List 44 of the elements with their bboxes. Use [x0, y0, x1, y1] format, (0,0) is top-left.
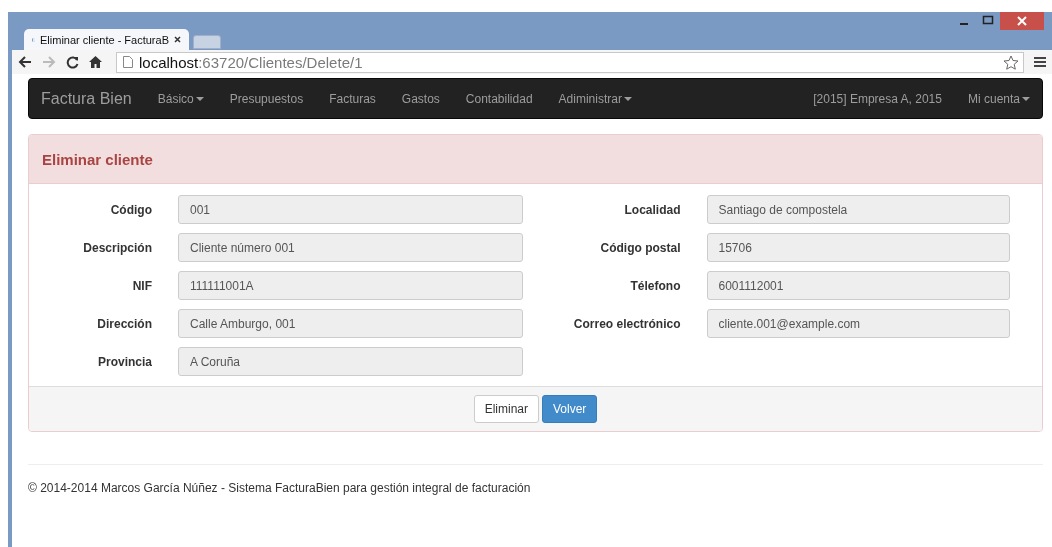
back-button[interactable]: Volver [542, 395, 598, 423]
input-field[interactable]: Cliente número 001 [178, 233, 523, 262]
input-field[interactable]: A Coruña [178, 347, 523, 376]
field-label: Provincia [96, 354, 152, 369]
field-label: Localidad [623, 202, 681, 217]
star-icon[interactable] [1003, 54, 1019, 70]
footer-text: © 2014-2014 Marcos García Núñez - Sistema FacturaBien para gestión integral de facturación [28, 481, 531, 495]
delete-button[interactable]: Eliminar [473, 395, 539, 423]
input-field[interactable]: 111111001A [178, 271, 523, 300]
caret-icon [1022, 96, 1030, 101]
field-label: NIF [131, 278, 152, 293]
input-field[interactable]: 001 [178, 195, 523, 224]
dropdown-menu-link[interactable]: Básico [157, 91, 204, 106]
brand-link[interactable]: Factura Bien [41, 89, 132, 108]
nav-link[interactable]: Presupuestos [229, 91, 304, 106]
dropdown-menu-link[interactable]: Adiministrar [558, 91, 632, 106]
field-label: Dirección [96, 316, 152, 331]
menu-icon[interactable] [1034, 56, 1046, 68]
input-field[interactable]: Calle Amburgo, 001 [178, 309, 523, 338]
close-icon[interactable] [174, 36, 181, 43]
caret-icon [623, 96, 632, 101]
field-label: Descripción [82, 240, 152, 255]
field-label: Código postal [599, 240, 681, 255]
input-field[interactable]: 15706 [706, 233, 1010, 262]
browser-tab[interactable]: Eliminar cliente - FacturaB [24, 29, 189, 50]
field-label: Télefono [629, 278, 681, 293]
input-field[interactable]: Santiago de compostela [706, 195, 1010, 224]
back-arrow-icon[interactable] [18, 56, 32, 68]
tab-title: Eliminar cliente - FacturaB [40, 33, 169, 46]
nav-link[interactable]: [2015] Empresa A, 2015 [813, 91, 942, 106]
input-field[interactable]: cliente.001@example.com [706, 309, 1010, 338]
reload-icon[interactable] [66, 55, 79, 69]
nav-link[interactable]: Gastos [401, 91, 440, 106]
caret-icon [195, 96, 204, 101]
input-field[interactable]: 6001112001 [706, 271, 1010, 300]
dropdown-menu-link[interactable]: Mi cuenta [967, 91, 1030, 106]
field-label: Código [109, 202, 152, 217]
home-icon[interactable] [89, 56, 102, 68]
nav-link[interactable]: Contabilidad [465, 91, 533, 106]
nav-link[interactable]: Facturas [329, 91, 376, 106]
panel-title: Eliminar cliente [42, 150, 153, 168]
address-bar[interactable]: localhost:63720/Clientes/Delete/1 [116, 51, 1024, 73]
field-label: Correo electrónico [572, 316, 681, 331]
url-text: localhost:63720/Clientes/Delete/1 [139, 53, 363, 71]
